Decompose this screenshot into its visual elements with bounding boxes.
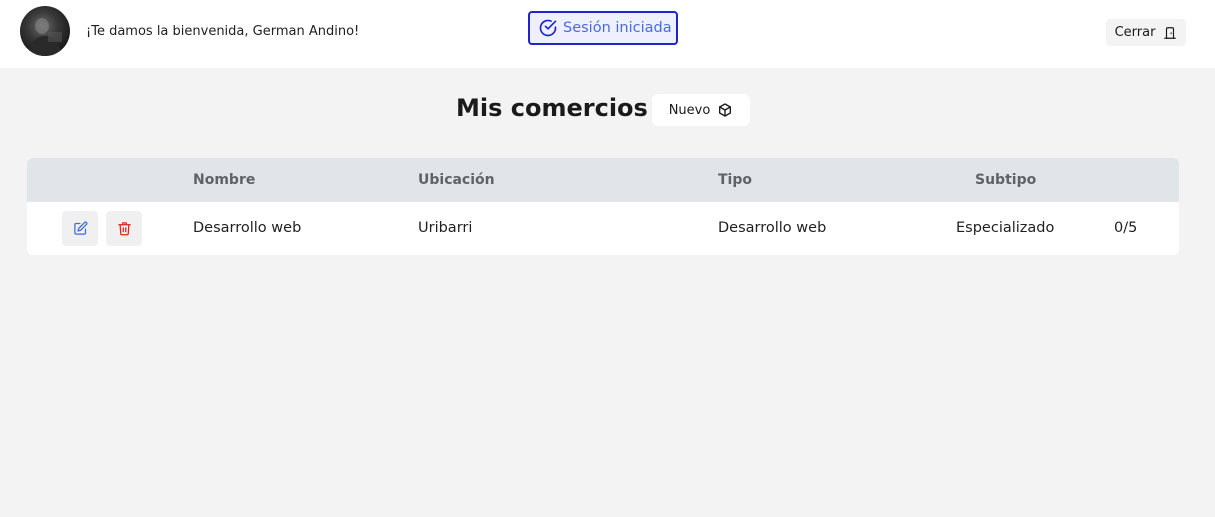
column-header-tipo[interactable]: Tipo	[718, 172, 752, 188]
new-commerce-button[interactable]: Nuevo	[652, 94, 750, 126]
top-bar: ¡Te damos la bienvenida, German Andino! …	[0, 0, 1215, 68]
table-row: Desarrollo web Uribarri Desarrollo web E…	[27, 202, 1179, 255]
column-header-ubicacion[interactable]: Ubicación	[418, 172, 495, 188]
edit-button[interactable]	[62, 211, 98, 246]
session-status-badge: Sesión iniciada	[528, 11, 678, 45]
welcome-message: ¡Te damos la bienvenida, German Andino!	[86, 24, 360, 39]
page-heading-row: Mis comercios Nuevo	[0, 92, 1215, 128]
session-status-label: Sesión iniciada	[563, 20, 672, 36]
logout-label: Cerrar	[1114, 25, 1156, 40]
column-header-subtipo[interactable]: Subtipo	[975, 172, 1036, 188]
cell-subtipo: Especializado	[956, 220, 1055, 236]
door-icon	[1164, 26, 1177, 39]
trash-icon	[117, 222, 131, 236]
cell-ubicacion: Uribarri	[418, 220, 473, 236]
cell-tipo: Desarrollo web	[718, 220, 827, 236]
cell-rating: 0/5	[1114, 220, 1138, 236]
new-button-label: Nuevo	[668, 102, 711, 118]
commerce-table: Nombre Ubicación Tipo Subtipo Desarrollo…	[27, 158, 1179, 255]
cube-icon	[719, 103, 732, 117]
table-header: Nombre Ubicación Tipo Subtipo	[27, 158, 1179, 202]
check-circle-icon	[539, 19, 557, 37]
column-header-nombre[interactable]: Nombre	[193, 172, 255, 188]
edit-icon	[73, 221, 87, 235]
delete-button[interactable]	[106, 211, 142, 246]
logout-button[interactable]: Cerrar	[1106, 19, 1186, 46]
cell-nombre: Desarrollo web	[193, 220, 302, 236]
user-avatar[interactable]	[20, 6, 70, 56]
page-title: Mis comercios	[456, 94, 648, 122]
